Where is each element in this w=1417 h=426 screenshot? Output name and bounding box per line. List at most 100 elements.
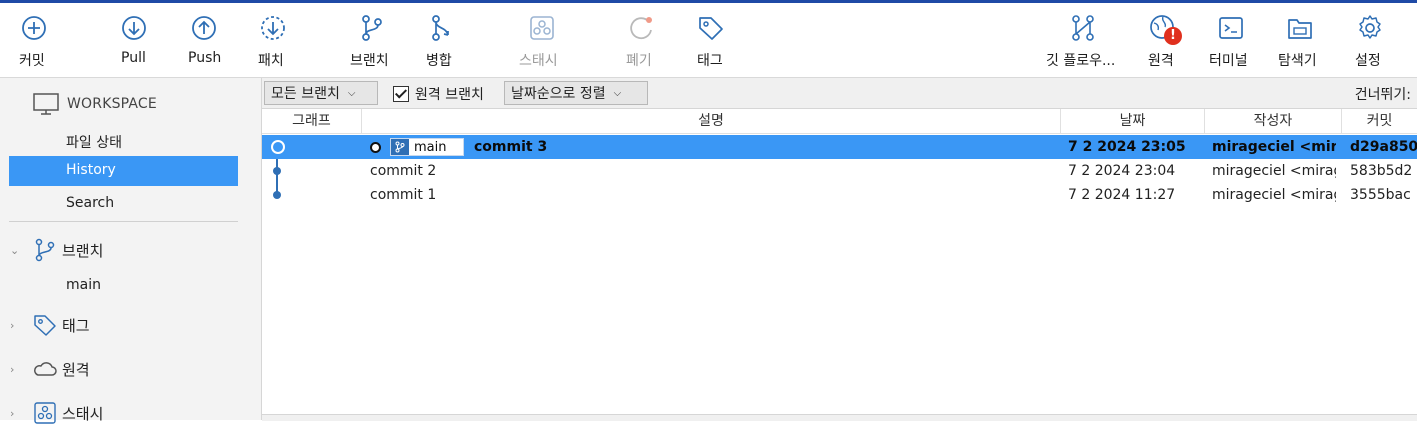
tag-icon: [34, 315, 56, 336]
commit-graph-line: [276, 159, 278, 195]
row-description: commit 3: [474, 139, 548, 155]
remote-branches-checkbox[interactable]: [393, 86, 409, 102]
plus-circle-icon: [19, 13, 49, 43]
git-flow-button[interactable]: 깃 플로우...: [1046, 3, 1124, 77]
commit-node-icon: [273, 191, 281, 199]
sidebar-group-remotes[interactable]: › 원격: [10, 356, 90, 382]
row-author: mirageciel <mirag: [1212, 163, 1336, 179]
row-commit-hash: 583b5d2: [1350, 163, 1413, 179]
sidebar-item-main-branch[interactable]: main: [66, 277, 101, 293]
column-header-graph[interactable]: 그래프: [262, 109, 362, 133]
branch-filter-select[interactable]: 모든 브랜치 ⌵: [264, 81, 378, 105]
chevron-right-icon: ›: [10, 406, 15, 420]
branch-button[interactable]: 브랜치: [348, 3, 394, 77]
row-commit-hash: d29a850: [1350, 139, 1417, 155]
row-date: 7 2 2024 11:27: [1068, 187, 1176, 203]
workspace-header[interactable]: WORKSPACE: [33, 93, 157, 115]
remote-label: 원격: [1148, 53, 1174, 69]
tag-label: 태그: [697, 53, 723, 69]
remote-button[interactable]: ! 원격: [1146, 3, 1182, 77]
commit-button[interactable]: 커밋: [14, 3, 54, 77]
push-button[interactable]: Push: [186, 3, 222, 77]
row-description: commit 2: [370, 163, 437, 179]
sidebar-group-tags-label: 태그: [62, 316, 90, 335]
fetch-button[interactable]: 패치: [256, 3, 290, 77]
stash-icon: [34, 402, 56, 424]
sidebar-group-tags[interactable]: › 태그: [10, 312, 90, 338]
sidebar-item-history[interactable]: History: [9, 156, 238, 186]
sidebar-group-stashes-label: 스태시: [62, 404, 104, 423]
gear-icon: [1355, 13, 1385, 43]
push-label: Push: [188, 50, 222, 66]
commit-node-icon: [271, 140, 285, 154]
history-table-header: 그래프 설명 날짜 작성자 커밋: [262, 109, 1417, 134]
pull-label: Pull: [121, 50, 146, 66]
chevron-down-icon: ⌵: [613, 87, 622, 99]
branch-icon: [35, 238, 55, 262]
branch-label-text: main: [414, 139, 447, 155]
alert-badge-icon: !: [1164, 27, 1182, 45]
column-header-date[interactable]: 날짜: [1061, 109, 1205, 133]
merge-label: 병합: [426, 53, 452, 69]
remote-branches-label: 원격 브랜치: [415, 87, 484, 103]
settings-button[interactable]: 설정: [1354, 3, 1388, 77]
settings-label: 설정: [1355, 53, 1381, 69]
commit-node-icon: [370, 142, 381, 153]
pull-button[interactable]: Pull: [116, 3, 152, 77]
arrow-up-circle-icon: [189, 13, 219, 43]
sort-order-select[interactable]: 날짜순으로 정렬 ⌵: [504, 81, 648, 105]
monitor-icon: [33, 93, 59, 115]
explorer-label: 탐색기: [1278, 53, 1317, 69]
terminal-icon: [1216, 13, 1246, 43]
column-header-commit[interactable]: 커밋: [1342, 109, 1417, 133]
sidebar-group-branches[interactable]: ⌄ 브랜치: [10, 237, 103, 263]
row-date: 7 2 2024 23:04: [1068, 163, 1176, 179]
sidebar-item-file-status[interactable]: 파일 상태: [66, 132, 122, 152]
merge-icon: [427, 13, 457, 43]
table-row[interactable]: commit 1 7 2 2024 11:27 mirageciel <mira…: [262, 183, 1417, 207]
arrow-down-circle-icon: [119, 13, 149, 43]
sidebar-group-stashes[interactable]: › 스태시: [10, 400, 103, 426]
sort-order-value: 날짜순으로 정렬: [511, 86, 606, 102]
chevron-right-icon: ›: [10, 362, 15, 376]
fetch-dashed-circle-icon: [258, 13, 288, 43]
branch-label-badge[interactable]: main: [390, 138, 464, 156]
sidebar: WORKSPACE 파일 상태 History Search ⌄ 브랜치 mai…: [0, 78, 262, 424]
fetch-label: 패치: [258, 53, 284, 69]
sidebar-group-remotes-label: 원격: [62, 360, 90, 379]
merge-button[interactable]: 병합: [424, 3, 458, 77]
branch-label: 브랜치: [350, 53, 389, 69]
sidebar-item-search[interactable]: Search: [66, 195, 114, 211]
commit-node-icon: [273, 167, 281, 175]
folder-icon: [1285, 13, 1315, 43]
terminal-button[interactable]: 터미널: [1208, 3, 1254, 77]
explorer-button[interactable]: 탐색기: [1278, 3, 1324, 77]
git-flow-label: 깃 플로우...: [1046, 53, 1116, 69]
table-row[interactable]: main commit 3 7 2 2024 23:05 mirageciel …: [262, 135, 1417, 159]
cloud-icon: [34, 362, 57, 376]
toolbar: 커밋 Pull Push 패치 브랜치 병합 스태시 폐기 태그 깃 플로우..…: [0, 3, 1417, 78]
filter-bar: 모든 브랜치 ⌵ 원격 브랜치 날짜순으로 정렬 ⌵ 건너뛰기:: [262, 78, 1417, 109]
table-row[interactable]: commit 2 7 2 2024 23:04 mirageciel <mira…: [262, 159, 1417, 183]
commit-label: 커밋: [19, 53, 45, 69]
chevron-right-icon: ›: [10, 318, 15, 332]
stash-button[interactable]: 스태시: [517, 3, 565, 77]
column-header-description[interactable]: 설명: [362, 109, 1061, 133]
row-author: mirageciel <mirag: [1212, 139, 1336, 155]
column-header-author[interactable]: 작성자: [1205, 109, 1342, 133]
branch-icon: [391, 139, 409, 155]
remote-branches-toggle[interactable]: 원격 브랜치: [393, 84, 484, 104]
row-description: commit 1: [370, 187, 437, 203]
discard-button[interactable]: 폐기: [624, 3, 658, 77]
sidebar-item-history-label: History: [66, 162, 116, 178]
tag-button[interactable]: 태그: [696, 3, 730, 77]
tag-icon: [696, 13, 726, 43]
skip-label: 건너뛰기:: [1354, 87, 1411, 103]
branch-icon: [357, 13, 387, 43]
workspace-label: WORKSPACE: [67, 96, 157, 112]
chevron-down-icon: ⌵: [347, 87, 356, 99]
sidebar-group-branches-label: 브랜치: [62, 241, 104, 260]
row-author: mirageciel <mirag: [1212, 187, 1336, 203]
branch-filter-value: 모든 브랜치: [271, 86, 340, 102]
row-commit-hash: 3555bac: [1350, 187, 1411, 203]
